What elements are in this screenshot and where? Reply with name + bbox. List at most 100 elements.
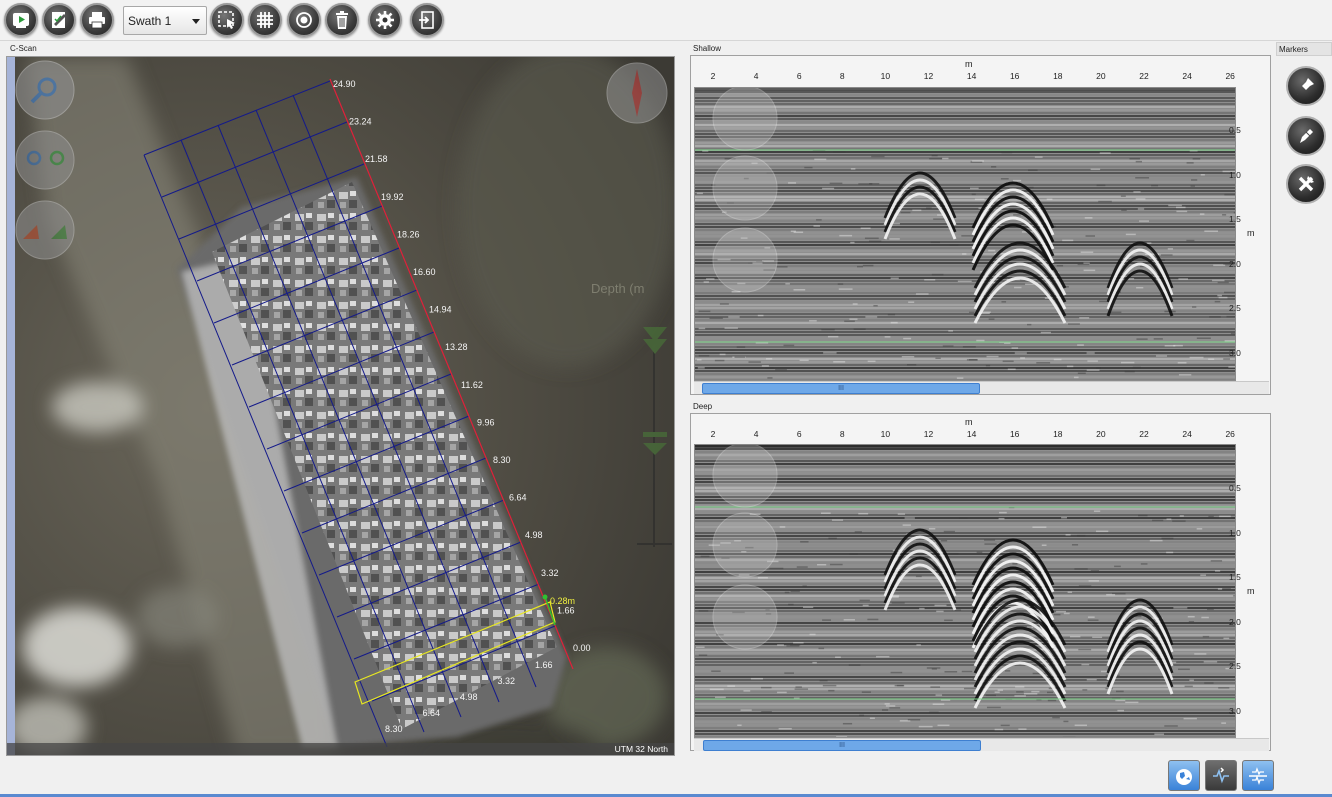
y-tick-label: 3.0: [1229, 347, 1241, 358]
start-survey-button[interactable]: [4, 3, 38, 37]
y-tick-label: 1.5: [1229, 572, 1241, 582]
y-tick-label: 3.0: [1229, 705, 1241, 716]
cscan-along-tick: 19.92: [381, 192, 404, 202]
x-tick-label: 10: [880, 429, 891, 439]
deep-y-unit: m: [1247, 586, 1255, 596]
shallow-y-unit: m: [1247, 228, 1255, 238]
cscan-along-tick: 0.00: [573, 643, 591, 653]
y-tick-label: 2.0: [1229, 258, 1241, 269]
chevron-down-icon: [192, 19, 200, 24]
cscan-along-tick: 4.98: [525, 530, 543, 540]
cscan-along-tick: 16.60: [413, 267, 436, 277]
projection-label: UTM 32 North: [614, 744, 668, 754]
delete-marker-icon: [1298, 176, 1314, 192]
cscan-canvas: Depth (m 0.28m 24.9023.2421.5819.9218.26…: [7, 57, 674, 755]
target-icon: [296, 12, 312, 28]
delete-button[interactable]: [325, 3, 359, 37]
x-tick-label: 8: [839, 71, 845, 81]
target-button[interactable]: [287, 3, 321, 37]
edit-marker-icon: [1300, 129, 1313, 143]
x-tick-label: 20: [1096, 71, 1106, 81]
cscan-footer: UTM 32 North: [7, 743, 674, 755]
shallow-radargram-canvas: [695, 88, 1235, 380]
cscan-along-tick: 24.90: [333, 79, 356, 89]
y-tick-label: 1.0: [1229, 527, 1241, 538]
swath-select[interactable]: Swath 1: [123, 6, 207, 35]
world-view-icon: [1176, 768, 1192, 785]
cscan-across-tick: 8.30: [385, 724, 403, 734]
cscan-along-tick: 3.32: [541, 568, 559, 578]
x-tick-label: 26: [1225, 71, 1235, 81]
add-marker-button[interactable]: [1286, 66, 1326, 106]
start-survey-icon: [13, 13, 29, 28]
x-tick-label: 22: [1139, 71, 1149, 81]
x-tick-label: 14: [966, 71, 977, 81]
cscan-along-tick: 9.96: [477, 417, 495, 427]
settings-button[interactable]: [368, 3, 402, 37]
profile-view-button[interactable]: [1205, 760, 1237, 791]
cscan-along-tick: 1.66: [557, 605, 575, 615]
x-tick-label: 18: [1053, 71, 1063, 81]
trash-icon: [336, 11, 348, 29]
settings-icon: [376, 11, 394, 29]
shallow-x-unit: m: [965, 59, 973, 69]
y-tick-label: 0.5: [1229, 483, 1241, 493]
profile-view-icon: [1213, 766, 1229, 783]
deep-radargram-canvas: [695, 445, 1235, 737]
deep-scroll-thumb[interactable]: III: [703, 740, 981, 751]
cscan-across-tick: 3.32: [498, 676, 516, 686]
shallow-scrollbar[interactable]: III: [694, 381, 1269, 394]
x-tick-label: 24: [1182, 71, 1192, 81]
cscan-along-tick: 21.58: [365, 154, 388, 164]
print-button[interactable]: [80, 3, 114, 37]
edit-report-icon: [52, 12, 66, 28]
x-tick-label: 22: [1139, 429, 1149, 439]
x-tick-label: 10: [880, 71, 891, 81]
deep-label: Deep: [693, 402, 713, 411]
x-tick-label: 24: [1182, 429, 1192, 439]
cscan-along-tick: 6.64: [509, 493, 527, 503]
grid-icon: [257, 12, 273, 28]
y-tick-label: 1.5: [1229, 214, 1241, 224]
markers-label: Markers: [1276, 42, 1332, 56]
edit-marker-button[interactable]: [1286, 116, 1326, 156]
pan-overlay-icon: [15, 200, 75, 260]
shallow-panel: m 2 4 6 8 10 12 14 16 18 20 22 24 26 0.5 1.0 1.5 2.0 2.5…: [690, 55, 1271, 395]
y-tick-label: 0.5: [1229, 125, 1241, 135]
depth-overlay-label: Depth (m: [591, 281, 644, 296]
cscan-along-tick: 11.62: [461, 380, 483, 390]
x-tick-label: 6: [796, 71, 802, 81]
y-tick-label: 2.5: [1229, 303, 1241, 313]
grid-button[interactable]: [248, 3, 282, 37]
split-view-icon: [1249, 766, 1267, 785]
deep-x-unit: m: [965, 417, 973, 427]
cscan-along-tick: 18.26: [397, 229, 420, 239]
cscan-map[interactable]: Depth (m 0.28m 24.90 23.24 21.58 19.92 18.26…: [6, 56, 675, 756]
x-tick-label: 14: [966, 429, 977, 439]
x-tick-label: 4: [753, 71, 759, 81]
y-tick-label: 2.5: [1229, 661, 1241, 671]
delete-marker-button[interactable]: [1286, 164, 1326, 204]
x-tick-label: 12: [923, 71, 934, 81]
deep-radargram[interactable]: [694, 444, 1236, 738]
deep-scrollbar[interactable]: III: [694, 738, 1269, 751]
zoom-pair-overlay-icon: [15, 130, 75, 190]
edit-report-button[interactable]: [42, 3, 76, 37]
add-marker-icon: [1297, 78, 1314, 95]
x-tick-label: 20: [1096, 429, 1106, 439]
shallow-radargram[interactable]: [694, 87, 1236, 381]
select-area-icon: [218, 11, 235, 29]
x-tick-label: 26: [1225, 429, 1235, 439]
y-tick-label: 1.0: [1229, 169, 1241, 180]
x-tick-label: 12: [923, 429, 934, 439]
y-tick-label: 2.0: [1229, 616, 1241, 627]
world-view-button[interactable]: [1168, 760, 1200, 791]
x-tick-label: 6: [796, 429, 802, 439]
x-tick-label: 2: [710, 429, 716, 439]
shallow-scroll-thumb[interactable]: III: [702, 383, 980, 394]
shallow-label: Shallow: [693, 44, 722, 53]
zoom-in-overlay-icon: [15, 60, 75, 120]
select-area-button[interactable]: [210, 3, 244, 37]
split-view-button[interactable]: [1242, 760, 1274, 791]
exit-button[interactable]: [410, 3, 444, 37]
